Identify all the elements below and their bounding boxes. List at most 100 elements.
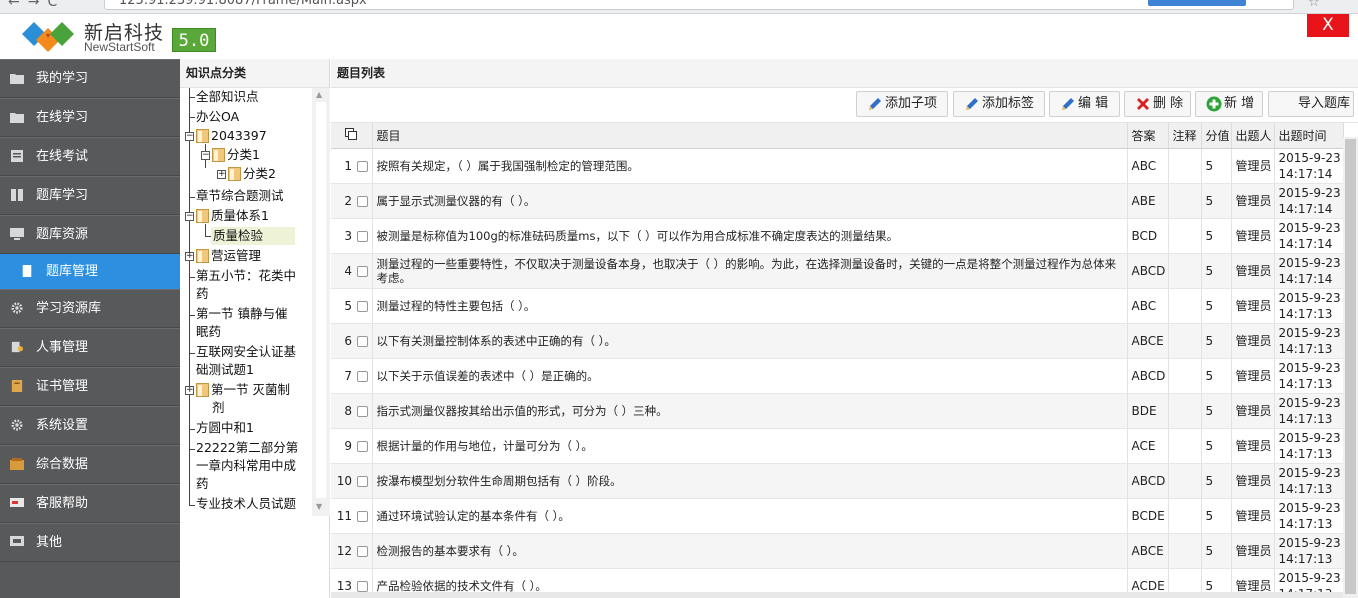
tree-node-22222[interactable]: 22222第二部分第 一章内科常用中成药 [196,439,298,493]
tree-node-quality-system[interactable]: 质量体系1 [196,207,269,225]
row-checkbox[interactable] [355,498,373,534]
table-row[interactable]: 5 测量过程的特性主要包括（ ）。 ABC 5 管理员 2015-9-23 14:17:13 [331,288,1344,324]
answer-cell: ABCD [1127,358,1169,394]
tree-expand-toggle[interactable]: + [185,386,194,395]
column-note[interactable]: 注释 [1168,123,1202,149]
checkbox-icon[interactable] [357,335,368,347]
checkbox-icon[interactable] [357,265,368,277]
scroll-down-icon[interactable]: ▼ [316,502,322,511]
tree-node-cat2[interactable]: 分类2 [228,165,276,183]
sidebar-item-my-study[interactable]: 我的学习 [0,59,180,98]
row-checkbox[interactable] [355,428,373,464]
tree-node-2043397[interactable]: 2043397 [196,127,267,145]
table-row[interactable]: 12 检测报告的基本要求有（ ）。 ABCE 5 管理员 2015-9-23 14:17:1… [331,533,1344,569]
tree-node-fangyuan[interactable]: 方圆中和1 [196,419,254,437]
tree-collapse-toggle[interactable]: − [201,151,210,160]
grid-horizontal-scrollbar[interactable] [331,592,1343,598]
tree-node-chapter-test[interactable]: 章节综合题测试 [196,187,284,205]
checkbox-icon[interactable] [357,370,368,382]
checkbox-icon[interactable] [357,300,368,312]
sidebar-item-hr[interactable]: 人事管理 [0,328,180,367]
sidebar-item-bank-resource[interactable]: 题库资源 [0,215,180,254]
column-answer[interactable]: 答案 [1127,123,1169,149]
tree-expand-toggle[interactable]: + [185,252,194,261]
row-checkbox[interactable] [355,323,373,359]
row-checkbox[interactable] [355,253,373,289]
tree-node-sterilization[interactable]: 第一节 灭菌制剂 [196,381,290,417]
row-checkbox[interactable] [355,358,373,394]
sidebar-item-help[interactable]: 客服帮助 [0,484,180,523]
table-row[interactable]: 8 指示式测量仪器按其给出示值的形式，可分为（ ）三种。 BDE 5 管理员 2015-9… [331,393,1344,429]
scroll-thumb[interactable] [1345,139,1356,594]
sidebar-item-system-settings[interactable]: 系统设置 [0,406,180,445]
edit-button[interactable]: 编 辑 [1049,91,1120,117]
checkbox-icon[interactable] [357,405,368,417]
tree-collapse-toggle[interactable]: − [185,212,194,221]
sidebar-item-data[interactable]: 综合数据 [0,445,180,484]
row-checkbox[interactable] [355,148,373,184]
sidebar-item-online-exam[interactable]: 在线考试 [0,137,180,176]
url-field[interactable]: 125.91.239.91:8087/Frame/Main.aspx [104,0,1294,10]
sidebar-item-bank-manage[interactable]: 题库管理 [0,254,180,289]
new-button[interactable]: 新 增 [1195,91,1263,117]
checkbox-icon[interactable] [357,440,368,452]
select-all-header[interactable] [331,123,373,149]
checkbox-icon[interactable] [357,580,368,592]
column-author[interactable]: 出题人 [1231,123,1275,149]
tree-node-internet-security[interactable]: 互联网安全认证基 础测试题1 [196,343,296,379]
grid-vertical-scrollbar[interactable] [1343,137,1358,598]
checkbox-icon[interactable] [357,545,368,557]
tree-node-operations[interactable]: 营运管理 [196,247,261,265]
scroll-track[interactable] [316,102,326,498]
row-checkbox[interactable] [355,288,373,324]
add-tag-button[interactable]: 添加标签 [953,91,1045,117]
tree-node-professional[interactable]: 专业技术人员试题 [196,495,296,513]
table-row[interactable]: 3 被测量是标称值为100g的标准砝码质量ms，以下（ ）可以作为用合成标准不确定… [331,218,1344,254]
sidebar-item-online-study[interactable]: 在线学习 [0,98,180,137]
table-row[interactable]: 1 按照有关规定，（ ）属于我国强制检定的管理范围。 ABC 5 管理员 2015-9-2… [331,148,1344,184]
table-row[interactable]: 7 以下关于示值误差的表述中（ ）是正确的。 ABCD 5 管理员 2015-9-23 14… [331,358,1344,394]
row-checkbox[interactable] [355,533,373,569]
row-checkbox[interactable] [355,218,373,254]
row-checkbox[interactable] [355,393,373,429]
table-row[interactable]: 4 测量过程的一些重要特性，不仅取决于测量设备本身，也取决于（ ）的影响。为此，在… [331,253,1344,289]
row-checkbox[interactable] [355,183,373,219]
tree-scrollbar[interactable]: ▲ ▼ [312,88,330,516]
sidebar-item-resource-library[interactable]: 学习资源库 [0,289,180,328]
table-row[interactable]: 10 按瀑布模型划分软件生命周期包括有（ ）阶段。 ABCD 5 管理员 2015-9-2… [331,463,1344,499]
column-score[interactable]: 分值 [1201,123,1232,149]
table-row[interactable]: 11 通过环境试验认定的基本条件有（ ）。 BCDE 5 管理员 2015-9-23 14:… [331,498,1344,534]
table-row[interactable]: 2 属于显示式测量仪器的有（ ）。 ABE 5 管理员 2015-9-23 14:17:14 [331,183,1344,219]
checkbox-icon[interactable] [357,195,368,207]
tree-node-oa[interactable]: 办公OA [196,108,239,126]
tree-node-quality-inspection[interactable]: 质量检验 [211,227,295,245]
tree-expand-toggle[interactable]: + [217,170,226,179]
question-grid: 题目 答案 注释 分值 出题人 出题时间 1 按照有关规定，（ ）属于我国强制检定… [331,123,1344,598]
sidebar-item-certificate[interactable]: 证书管理 [0,367,180,406]
table-row[interactable]: 9 根据计量的作用与地位，计量可分为（ ）。 ACE 5 管理员 2015-9-23 14:… [331,428,1344,464]
tree-node-cat1[interactable]: 分类1 [212,146,260,164]
sidebar-item-other[interactable]: 其他 [0,523,180,562]
checkbox-icon[interactable] [357,160,368,172]
table-row[interactable]: 6 以下有关测量控制体系的表述中正确的有（ ）。 ABCE 5 管理员 2015-9-23… [331,323,1344,359]
delete-button[interactable]: 删 除 [1124,91,1191,117]
bookmark-star-icon[interactable]: ☆ [1308,0,1320,10]
close-button[interactable]: X [1307,14,1349,37]
add-child-button[interactable]: 添加子项 [856,91,948,117]
checkbox-icon[interactable] [357,230,368,242]
import-bank-button[interactable]: 导入题库 [1268,91,1354,117]
sidebar-item-bank-study[interactable]: 题库学习 [0,176,180,215]
checkbox-icon[interactable] [357,475,368,487]
column-time[interactable]: 出题时间 [1274,123,1344,149]
column-question[interactable]: 题目 [372,123,1128,149]
tree-node-all[interactable]: 全部知识点 [196,88,259,106]
checkbox-icon[interactable] [357,510,368,522]
browser-nav-icons[interactable]: ←→C [8,0,65,10]
answer-cell: ABE [1127,183,1169,219]
row-checkbox[interactable] [355,463,373,499]
tree-node-sedative[interactable]: 第一节 镇静与催 眠药 [196,305,287,341]
tree-collapse-toggle[interactable]: − [185,132,194,141]
tree-node-flower-medicine[interactable]: 第五小节：花类中药 [196,267,296,303]
browser-extension-bar[interactable] [1148,0,1246,6]
scroll-up-icon[interactable]: ▲ [316,90,322,99]
